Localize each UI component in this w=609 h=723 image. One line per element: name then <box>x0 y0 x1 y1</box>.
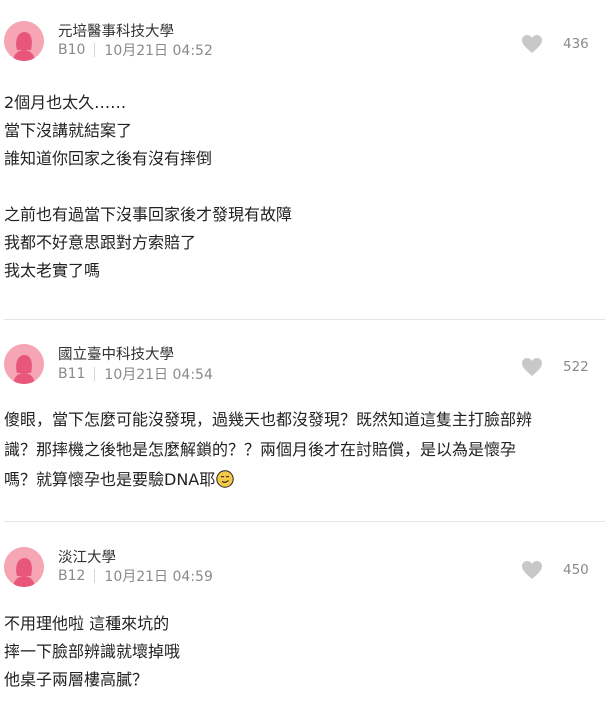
comment-divider <box>4 319 605 320</box>
comment-body: 傻眼，當下怎麼可能沒發現，過幾天也都沒發現？既然知道這隻主打臉部辨 識？那摔機之… <box>4 405 604 495</box>
comment-line: 當下沒講就結案了 <box>4 121 133 140</box>
heart-icon[interactable] <box>521 560 543 580</box>
smirk-face-emoji <box>216 468 234 488</box>
meta-separator <box>94 43 96 57</box>
floor-number: B10 <box>58 42 86 58</box>
comment-meta: B12 10月21日 04:59 <box>58 566 213 586</box>
school-name: 淡江大學 <box>58 550 116 566</box>
comment-body: 2個月也太久…… 當下沒講就結案了 誰知道你回家之後有沒有摔倒 之前也有過當下沒… <box>4 89 604 285</box>
comment-line: 之前也有過當下沒事回家後才發現有故障 <box>4 205 293 224</box>
comment-line: 摔一下臉部辨識就壞掉哦 <box>4 642 181 661</box>
comment-line: 誰知道你回家之後有沒有摔倒 <box>4 149 213 168</box>
comment-line: 識？那摔機之後牠是怎麼解鎖的？？兩個月後才在討賠償，是以為是懷孕 <box>4 440 517 459</box>
like-count: 436 <box>563 36 589 52</box>
comment-line: 他桌子兩層樓高膩？ <box>4 670 149 689</box>
timestamp: 10月21日 04:52 <box>104 43 213 59</box>
meta-separator <box>94 367 96 381</box>
comment-meta: B11 10月21日 04:54 <box>58 364 213 384</box>
comment-line: 2個月也太久…… <box>4 93 127 112</box>
floor-number: B11 <box>58 366 86 382</box>
heart-icon[interactable] <box>521 34 543 54</box>
comment-line: 我都不好意思跟對方索賠了 <box>4 233 197 252</box>
comment-line: 嗎？就算懷孕也是要驗DNA耶 <box>4 470 216 489</box>
timestamp: 10月21日 04:54 <box>104 367 213 383</box>
school-name: 國立臺中科技大學 <box>58 347 174 363</box>
school-name: 元培醫事科技大學 <box>58 24 174 40</box>
female-avatar-icon[interactable] <box>4 21 44 61</box>
like-count: 450 <box>563 562 589 578</box>
comment-divider <box>4 521 605 522</box>
comment-body: 不用理他啦 這種來坑的 摔一下臉部辨識就壞掉哦 他桌子兩層樓高膩？ <box>4 610 604 694</box>
comment-line: 不用理他啦 這種來坑的 <box>4 614 170 633</box>
timestamp: 10月21日 04:59 <box>104 569 213 585</box>
like-count: 522 <box>563 359 589 375</box>
comment-line: 傻眼，當下怎麼可能沒發現，過幾天也都沒發現？既然知道這隻主打臉部辨 <box>4 410 533 429</box>
female-avatar-icon[interactable] <box>4 344 44 384</box>
female-avatar-icon[interactable] <box>4 547 44 587</box>
meta-separator <box>94 569 96 583</box>
comment-meta: B10 10月21日 04:52 <box>58 40 213 60</box>
heart-icon[interactable] <box>521 357 543 377</box>
comment-line-with-emoji: 嗎？就算懷孕也是要驗DNA耶 <box>4 465 604 495</box>
comment-line: 我太老實了嗎 <box>4 261 101 280</box>
floor-number: B12 <box>58 568 86 584</box>
